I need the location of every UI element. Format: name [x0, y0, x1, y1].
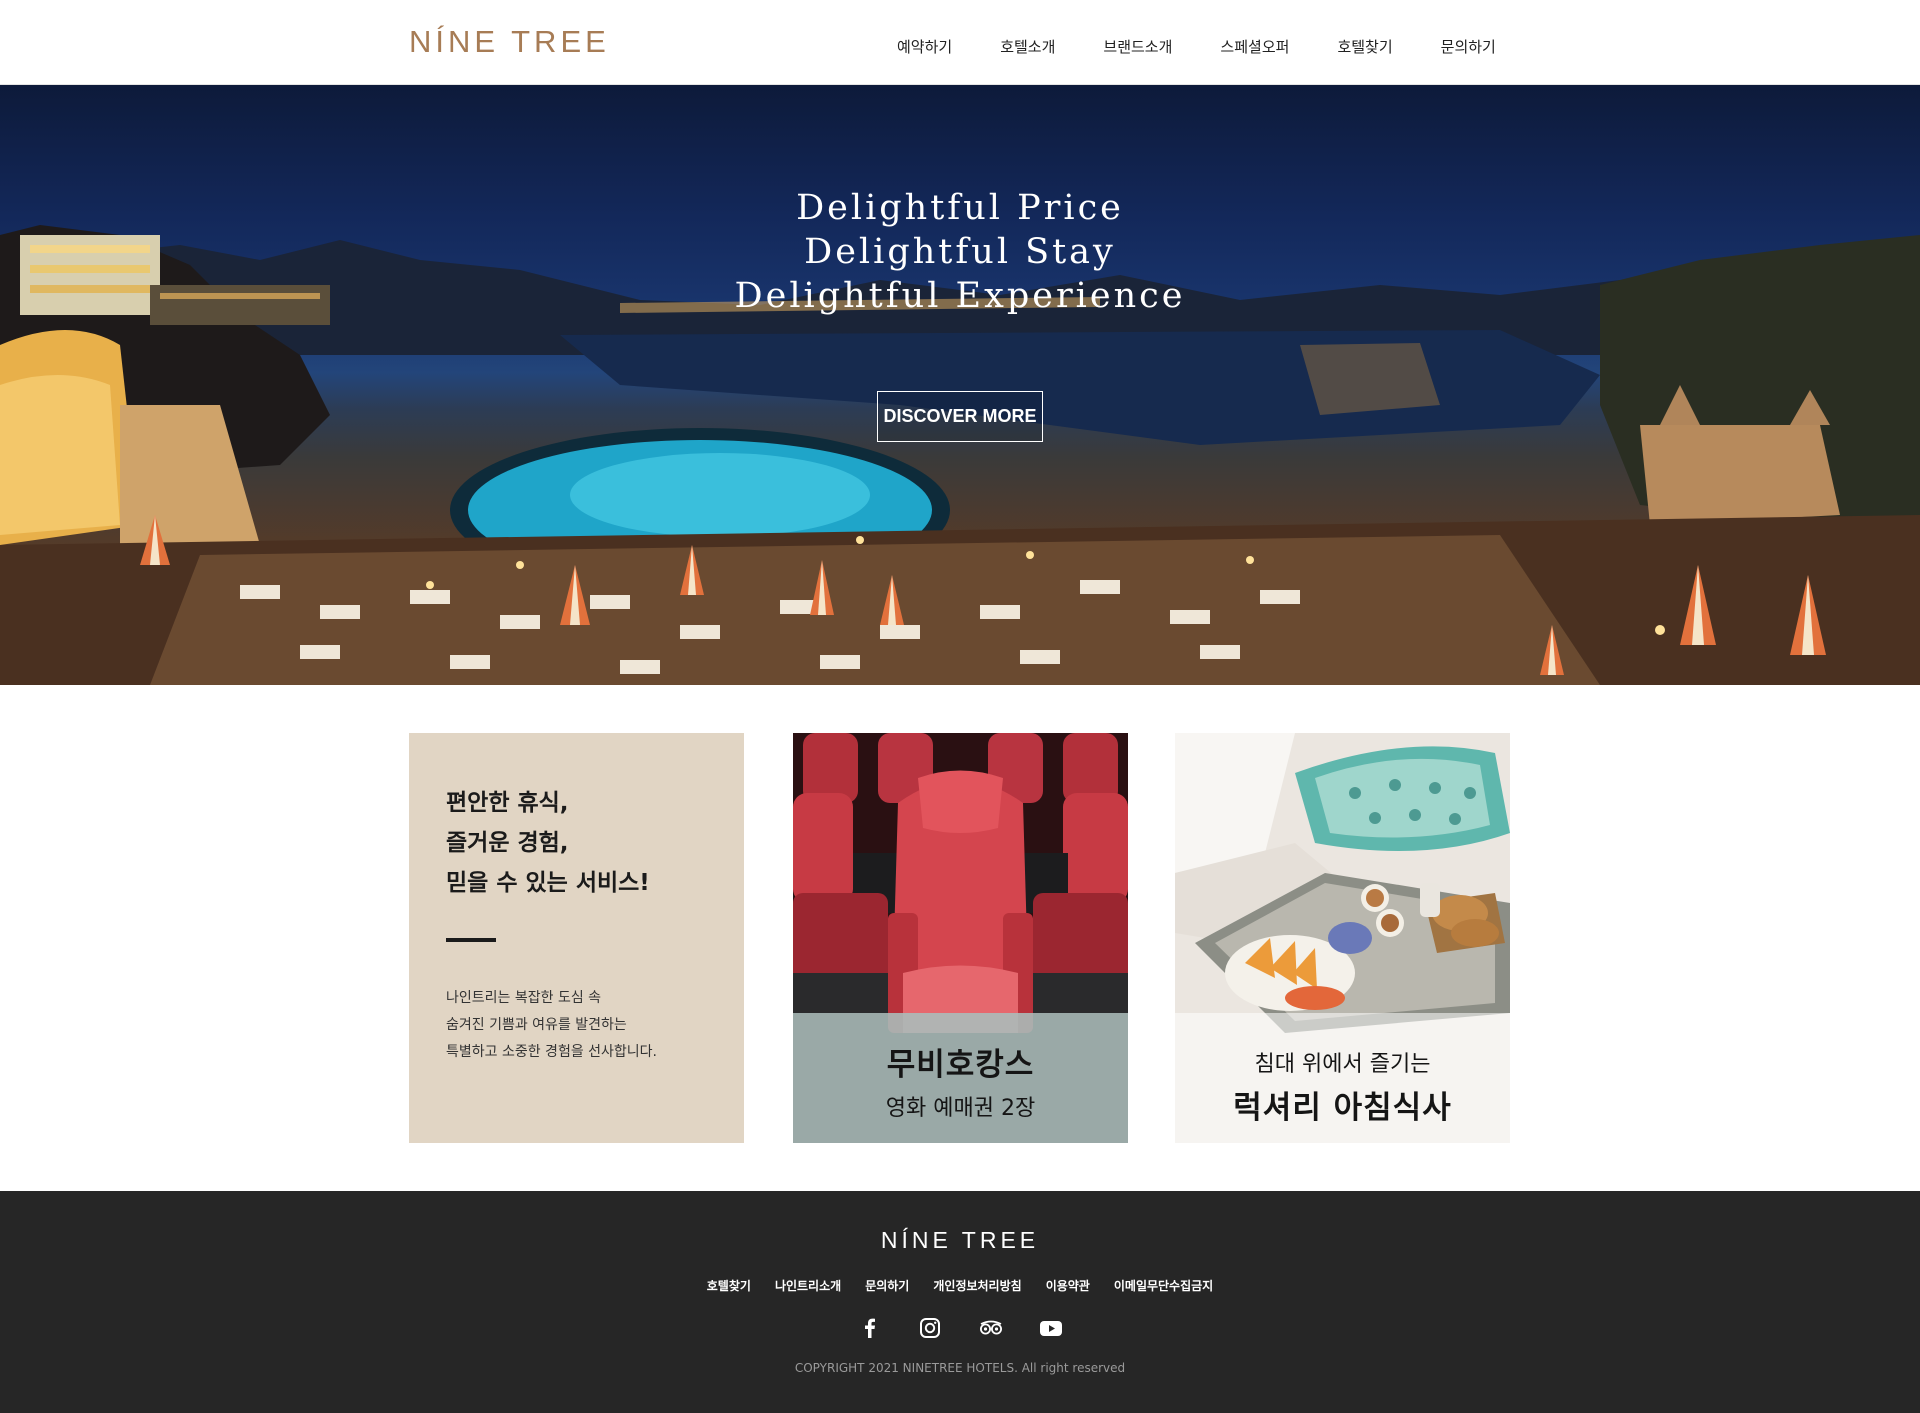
hero-headline: Delightful Price Delightful Stay Delight…	[0, 186, 1920, 318]
footer-link-find-hotel[interactable]: 호텔찾기	[707, 1277, 751, 1294]
discover-more-button[interactable]: DISCOVER MORE	[877, 391, 1043, 442]
nav-item-find-hotel[interactable]: 호텔찾기	[1337, 36, 1392, 57]
brand-logo[interactable]: NÍNE TREE	[409, 24, 610, 60]
movie-hocance-subtitle: 영화 예매권 2장	[885, 1096, 1036, 1121]
footer-copyright: COPYRIGHT 2021 NINETREE HOTELS. All righ…	[794, 1361, 1126, 1375]
nav-item-reservation[interactable]: 예약하기	[897, 36, 952, 57]
footer-link-terms[interactable]: 이용약관	[1046, 1277, 1090, 1294]
youtube-icon[interactable]	[1039, 1317, 1062, 1339]
facebook-icon[interactable]	[859, 1317, 881, 1339]
instagram-icon[interactable]	[919, 1317, 941, 1339]
intro-body-line: 숨겨진 기쁨과 여유를 발견하는	[446, 1017, 627, 1033]
luxury-breakfast-caption: 침대 위에서 즐기는 럭셔리 아침식사	[1175, 1013, 1510, 1143]
site-footer: NÍNE TREE 호텔찾기 나인트리소개 문의하기 개인정보처리방침 이용약관…	[0, 1191, 1920, 1413]
main-nav: 예약하기 호텔소개 브랜드소개 스페셜오퍼 호텔찾기 문의하기	[897, 36, 1496, 57]
intro-heading-line: 즐거운 경험,	[446, 830, 569, 856]
movie-hocance-title: 무비호캉스	[886, 1047, 1035, 1083]
nav-item-contact[interactable]: 문의하기	[1441, 36, 1496, 57]
social-links	[0, 1317, 1920, 1339]
luxury-breakfast-title: 럭셔리 아침식사	[1233, 1090, 1452, 1126]
intro-heading: 편안한 휴식, 즐거운 경험, 믿을 수 있는 서비스!	[446, 783, 650, 903]
intro-body-line: 나인트리는 복잡한 도심 속	[446, 990, 602, 1006]
tripadvisor-icon[interactable]	[979, 1317, 1002, 1339]
intro-body-line: 특별하고 소중한 경험을 선사합니다.	[446, 1044, 657, 1060]
intro-card: 편안한 휴식, 즐거운 경험, 믿을 수 있는 서비스! 나인트리는 복잡한 도…	[409, 733, 744, 1143]
intro-heading-line: 믿을 수 있는 서비스!	[446, 870, 650, 896]
footer-links: 호텔찾기 나인트리소개 문의하기 개인정보처리방침 이용약관 이메일무단수집금지	[0, 1277, 1920, 1294]
footer-link-privacy-policy[interactable]: 개인정보처리방침	[933, 1277, 1021, 1294]
intro-divider	[446, 938, 496, 942]
site-header: NÍNE TREE 예약하기 호텔소개 브랜드소개 스페셜오퍼 호텔찾기 문의하…	[0, 0, 1920, 85]
luxury-breakfast-subtitle: 침대 위에서 즐기는	[1254, 1052, 1431, 1077]
footer-logo: NÍNE TREE	[880, 1227, 1040, 1253]
movie-hocance-card[interactable]: 무비호캉스 영화 예매권 2장	[793, 733, 1128, 1143]
nav-item-brand-intro[interactable]: 브랜드소개	[1103, 36, 1172, 57]
intro-heading-line: 편안한 휴식,	[446, 790, 569, 816]
nav-item-hotel-intro[interactable]: 호텔소개	[1000, 36, 1055, 57]
luxury-breakfast-card[interactable]: 침대 위에서 즐기는 럭셔리 아침식사	[1175, 733, 1510, 1143]
hero-line-price: Delightful Price	[796, 188, 1124, 228]
hero-line-experience: Delightful Experience	[734, 276, 1186, 316]
footer-link-contact[interactable]: 문의하기	[865, 1277, 909, 1294]
hero-banner: Delightful Price Delightful Stay Delight…	[0, 85, 1920, 685]
resort-night-scene	[0, 225, 1920, 685]
footer-link-ninetree-intro[interactable]: 나인트리소개	[775, 1277, 841, 1294]
nav-item-special-offer[interactable]: 스페셜오퍼	[1220, 36, 1289, 57]
hero-line-stay: Delightful Stay	[804, 232, 1116, 272]
footer-link-email-policy[interactable]: 이메일무단수집금지	[1114, 1277, 1213, 1294]
intro-body: 나인트리는 복잡한 도심 속 숨겨진 기쁨과 여유를 발견하는 특별하고 소중한…	[446, 985, 657, 1066]
movie-hocance-caption: 무비호캉스 영화 예매권 2장	[793, 1013, 1128, 1143]
